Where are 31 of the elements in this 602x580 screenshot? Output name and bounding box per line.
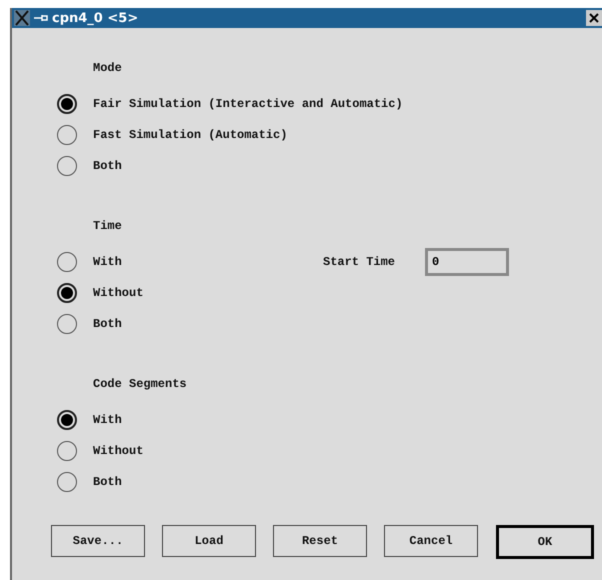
radio-label: With — [93, 254, 123, 268]
radio-label: Fair Simulation (Interactive and Automatic) — [93, 96, 403, 110]
dialog-button[interactable]: Cancel — [384, 525, 478, 557]
field-label: Start Time — [323, 254, 396, 268]
radio-button[interactable] — [57, 252, 77, 272]
radio-button[interactable] — [57, 282, 77, 302]
group-label: Code Segments — [92, 376, 188, 393]
dialog-button[interactable]: Load — [162, 525, 256, 557]
radio-button[interactable] — [57, 314, 77, 334]
dialog-button[interactable]: Save... — [51, 525, 145, 557]
radio-button[interactable] — [57, 156, 77, 176]
default-button[interactable]: OK — [496, 525, 594, 559]
start-time-field[interactable]: 0 — [425, 248, 509, 276]
x-logo-icon — [14, 10, 30, 26]
radio-label: Fast Simulation (Automatic) — [93, 128, 288, 142]
group-label: Mode — [92, 60, 123, 77]
radio-button[interactable] — [57, 472, 77, 492]
radio-label: Both — [93, 158, 123, 172]
radio-label: Both — [93, 316, 123, 330]
window-title: cpn4_0 <5> — [52, 10, 138, 26]
radio-label: Without — [93, 286, 144, 300]
radio-label: With — [93, 412, 123, 426]
radio-label: Both — [93, 474, 123, 488]
radio-button[interactable] — [57, 440, 77, 460]
radio-button[interactable] — [57, 410, 77, 430]
pin-icon[interactable] — [34, 14, 48, 22]
dialog-button[interactable]: Reset — [273, 525, 367, 557]
radio-button[interactable] — [57, 124, 77, 144]
group-label: Time — [92, 218, 123, 235]
radio-button[interactable] — [57, 94, 77, 114]
radio-label: Without — [93, 444, 144, 458]
